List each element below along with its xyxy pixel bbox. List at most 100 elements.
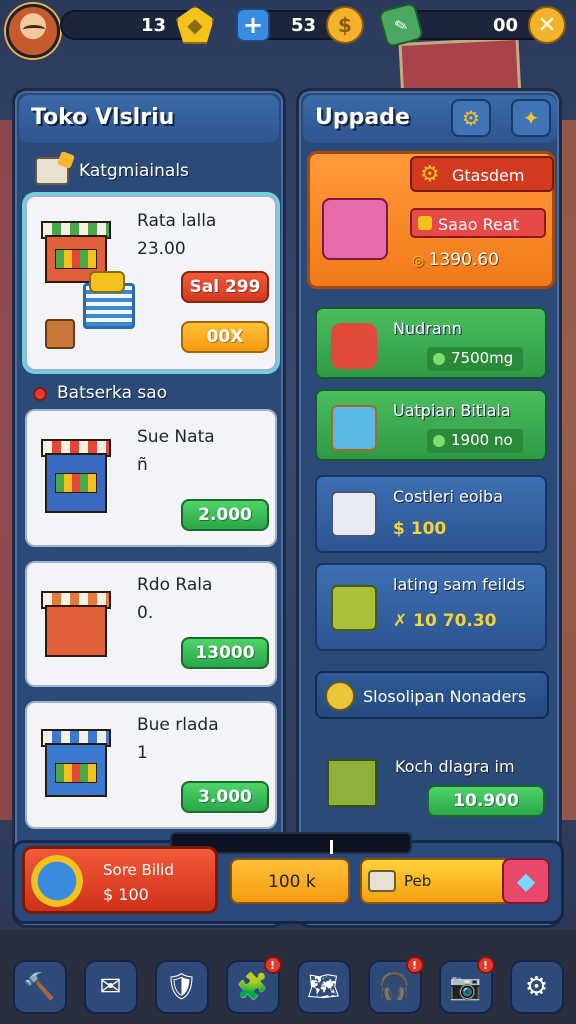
- leaf-icon: [325, 681, 355, 711]
- shop-card-1[interactable]: Rata lalla 23.00 Sal 299 00X: [25, 195, 277, 371]
- shop-title: Toko Vlslriu: [31, 105, 175, 130]
- card-name: Rata lalla: [137, 211, 217, 231]
- alert-dot-icon: [33, 387, 47, 401]
- headphones-icon[interactable]: 🎧!: [367, 956, 424, 1014]
- stall-icon: [41, 723, 113, 803]
- vending-machine-icon: [322, 198, 388, 260]
- upgrade-name: Nudrann: [393, 319, 462, 338]
- collect-label: 100 k: [268, 872, 316, 892]
- register-icon: [368, 870, 396, 892]
- crate-icon: [331, 585, 377, 631]
- coin-icon: $: [326, 6, 364, 44]
- upgrade-name: lating sam feilds: [393, 575, 526, 594]
- coins-value: 53: [290, 15, 316, 36]
- shop-title-bar: Toko Vlslriu: [19, 95, 279, 143]
- upgrade-item-2[interactable]: Uatpian Bitlala 1900 no: [315, 389, 547, 461]
- buy-button[interactable]: 10.900: [427, 785, 545, 817]
- card-value: ñ: [137, 455, 148, 475]
- resource-tickets: ✎ 00 ✕: [377, 1, 566, 49]
- compass-icon: [31, 855, 83, 907]
- upgrade-name: Costleri eoiba: [393, 487, 504, 506]
- gems-value: 13: [140, 15, 166, 36]
- upgrade-item-1[interactable]: Nudrann 7500mg: [315, 307, 547, 379]
- upgrade-panel: Uppade ⚙ ✦ ⚙ Gtasdem Saao Reat 1390.60 N…: [296, 88, 562, 928]
- sale-button[interactable]: Sal 299: [181, 271, 269, 303]
- section-label: Batserka sao: [57, 383, 168, 403]
- card-name: Rdo Rala: [137, 575, 213, 595]
- settings-gear-icon[interactable]: ⚙: [451, 99, 491, 137]
- category-label[interactable]: Katgmiainals: [79, 161, 189, 181]
- hammer-icon[interactable]: 🔨: [12, 960, 67, 1014]
- puzzle-icon[interactable]: 🧩!: [225, 956, 282, 1014]
- upgrade-item-3[interactable]: Costleri eoiba $ 100: [315, 475, 547, 553]
- upgrade-item-5: Koch dlagra im 10.900: [315, 739, 549, 839]
- upgrade-price: 7500mg: [427, 347, 524, 371]
- shop-card-2[interactable]: Sue Nata ñ 2.000: [25, 409, 277, 547]
- mail-icon[interactable]: ✉: [83, 960, 138, 1014]
- jar-icon: [331, 405, 377, 451]
- shop-panel: Toko Vlslriu Katgmiainals Rata lalla 23.…: [12, 88, 286, 928]
- build-button[interactable]: Sore Bilid $ 100: [22, 846, 218, 914]
- upgrade-item-4[interactable]: lating sam feilds ✗ 10 70.30: [315, 563, 547, 651]
- buy-button[interactable]: 13000: [181, 637, 269, 669]
- bg-shelf-right: [560, 120, 576, 820]
- kettle-icon: [331, 323, 377, 369]
- featured-price: 1390.60: [412, 250, 499, 270]
- camera-icon[interactable]: 📷!: [438, 956, 495, 1014]
- stall-icon: [41, 433, 113, 513]
- shop-card-4[interactable]: Bue rlada 1 3.000: [25, 701, 277, 829]
- resource-gems: 13 ◆: [60, 6, 214, 44]
- featured-sale-badge[interactable]: Saao Reat: [410, 208, 546, 238]
- peb-button[interactable]: Peb ◆: [360, 858, 550, 904]
- featured-tag: ⚙ Gtasdem: [410, 156, 554, 192]
- resource-coins: + 53 $: [236, 6, 364, 44]
- upgrade-name: Uatpian Bitlala: [393, 401, 511, 420]
- notification-badge: !: [476, 956, 495, 974]
- plant-pot-icon: [45, 319, 75, 349]
- player-avatar[interactable]: [6, 4, 60, 58]
- peb-label: Peb: [404, 872, 432, 890]
- upgrade-name: Koch dlagra im: [395, 757, 515, 776]
- featured-upgrade[interactable]: ⚙ Gtasdem Saao Reat 1390.60: [307, 151, 555, 289]
- tools-icon[interactable]: ✦: [511, 99, 551, 137]
- upgrade-price: ✗ 10 70.30: [393, 611, 497, 631]
- claim-button[interactable]: 00X: [181, 321, 269, 353]
- shield-icon[interactable]: 🛡: [154, 960, 209, 1014]
- banner-label: Slosolipan Nonaders: [363, 687, 527, 706]
- notification-badge: !: [405, 956, 424, 974]
- gem-icon[interactable]: ◆: [502, 858, 550, 904]
- buy-button[interactable]: 3.000: [181, 781, 269, 813]
- gem-icon[interactable]: ◆: [176, 6, 214, 44]
- safe-box-icon: [331, 491, 377, 537]
- notification-badge: !: [263, 956, 282, 974]
- category-icon: [35, 157, 69, 185]
- crate-icon: [327, 759, 377, 807]
- buy-button[interactable]: 2.000: [181, 499, 269, 531]
- featured-tag-label: Gtasdem: [452, 166, 525, 185]
- sale-icon: [418, 216, 432, 230]
- gear-icon[interactable]: ⚙: [509, 960, 564, 1014]
- shop-card-3[interactable]: Rdo Rala 0. 13000: [25, 561, 277, 687]
- card-name: Sue Nata: [137, 427, 215, 447]
- top-bar: 13 ◆ + 53 $ ✎ 00 ✕: [0, 0, 576, 62]
- upgrade-price: 1900 no: [427, 429, 523, 453]
- plus-icon[interactable]: +: [236, 8, 270, 42]
- stall-icon: [41, 585, 113, 665]
- bag-icon: [89, 271, 125, 293]
- promo-banner[interactable]: Slosolipan Nonaders: [315, 671, 549, 719]
- card-value: 0.: [137, 603, 154, 623]
- card-value: 23.00: [137, 239, 186, 259]
- ticket-icon[interactable]: ✎: [377, 1, 425, 49]
- featured-sale-label: Saao Reat: [438, 215, 519, 234]
- map-icon[interactable]: 🗺: [296, 960, 351, 1014]
- gear-icon: ⚙: [420, 162, 440, 187]
- card-value: 1: [137, 743, 148, 763]
- build-name: Sore Bilid: [103, 861, 174, 879]
- bottom-nav: 🔨 ✉ 🛡 🧩! 🗺 🎧! 📷! ⚙: [0, 950, 576, 1024]
- close-icon[interactable]: ✕: [528, 6, 566, 44]
- progress-marker: [330, 840, 333, 854]
- tickets-value: 00: [492, 15, 518, 36]
- upgrade-price: $ 100: [393, 519, 447, 539]
- collect-button[interactable]: 100 k: [230, 858, 350, 904]
- build-price: $ 100: [103, 885, 149, 904]
